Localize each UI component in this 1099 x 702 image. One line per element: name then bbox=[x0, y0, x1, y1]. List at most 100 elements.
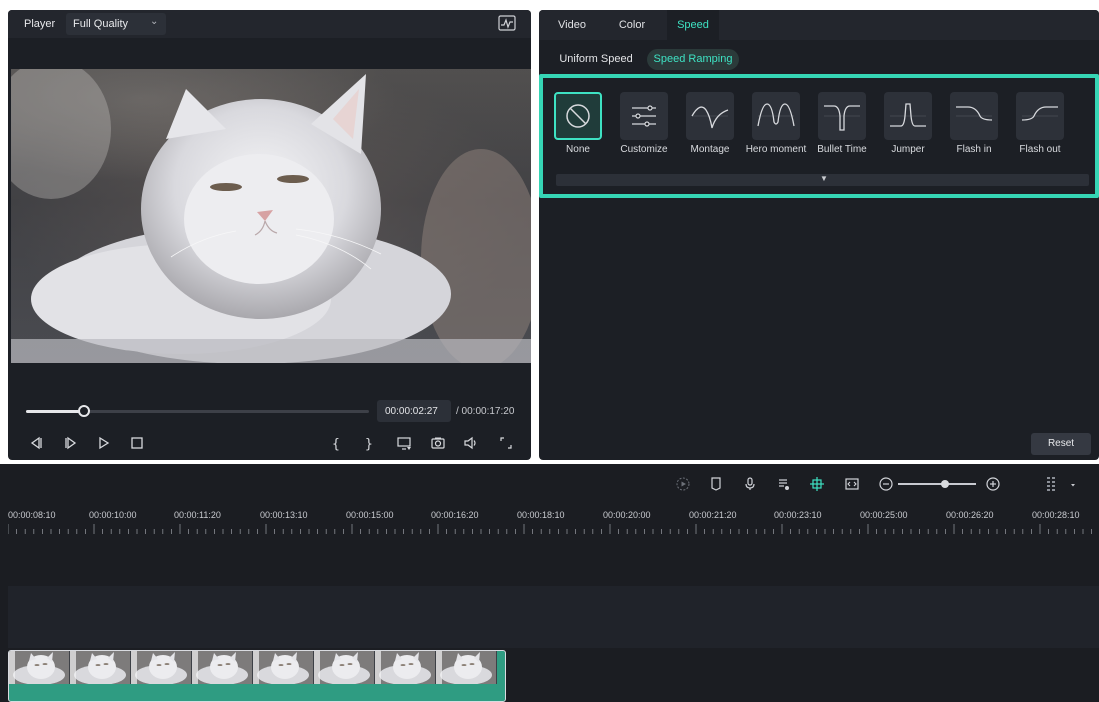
preset-label: Jumper bbox=[891, 144, 925, 155]
preset-bullet-time[interactable]: Bullet Time bbox=[813, 92, 871, 172]
zoom-out-button[interactable] bbox=[877, 475, 895, 493]
current-time: 00:00:02:27 bbox=[385, 406, 438, 417]
next-frame-icon bbox=[65, 436, 77, 450]
zoom-slider-knob[interactable] bbox=[940, 480, 949, 488]
play-button[interactable] bbox=[94, 434, 114, 452]
fit-width-icon bbox=[845, 478, 859, 490]
next-frame-button[interactable] bbox=[61, 434, 81, 452]
play-icon bbox=[99, 436, 110, 450]
preset-none-thumb bbox=[554, 92, 602, 140]
preset-jumper[interactable]: Jumper bbox=[879, 92, 937, 172]
preset-flash-in-thumb bbox=[950, 92, 998, 140]
playhead-knob[interactable] bbox=[78, 405, 91, 417]
previous-frame-button[interactable] bbox=[26, 434, 46, 452]
preset-customize-thumb bbox=[620, 92, 668, 140]
timeline-ruler[interactable]: 00:00:08:10 00:00:10:00 00:00:11:20 00:0… bbox=[0, 502, 1099, 542]
fit-timeline-button[interactable] bbox=[843, 475, 861, 493]
tab-color[interactable]: Color bbox=[607, 10, 657, 40]
property-panel: Video Color Speed Uniform Speed Speed Ra… bbox=[539, 10, 1099, 460]
none-icon bbox=[566, 104, 590, 128]
preset-label: Flash out bbox=[1019, 144, 1061, 155]
tab-video[interactable]: Video bbox=[547, 10, 597, 40]
volume-button[interactable] bbox=[461, 434, 481, 452]
mark-in-icon: { bbox=[332, 437, 340, 451]
flash-out-curve-icon bbox=[1021, 106, 1058, 121]
ruler-time-label: 00:00:15:00 bbox=[346, 510, 394, 520]
voiceover-button[interactable] bbox=[741, 475, 759, 493]
mark-in-button[interactable]: { bbox=[326, 434, 346, 452]
flash-in-curve-icon bbox=[956, 106, 993, 121]
clip-thumbnail bbox=[375, 651, 436, 684]
player-title: Player bbox=[24, 18, 56, 30]
display-settings-button[interactable] bbox=[394, 434, 414, 452]
jumper-curve-icon bbox=[890, 103, 926, 127]
video-preview[interactable] bbox=[11, 69, 531, 363]
monitor-icon bbox=[397, 437, 411, 450]
preset-jumper-thumb bbox=[884, 92, 932, 140]
timeline-track-empty[interactable] bbox=[8, 586, 1099, 648]
preset-flash-in[interactable]: Flash in bbox=[945, 92, 1003, 172]
track-layout-button[interactable] bbox=[1045, 475, 1077, 493]
ai-tool-button[interactable] bbox=[808, 475, 826, 493]
chevron-down-icon: ▼ bbox=[820, 174, 828, 183]
expand-arrows-icon bbox=[500, 437, 512, 449]
subtab-speed-ramping[interactable]: Speed Ramping bbox=[647, 49, 739, 70]
preset-none[interactable]: None bbox=[549, 92, 607, 172]
fullscreen-button[interactable] bbox=[496, 434, 516, 452]
mark-out-button[interactable]: } bbox=[359, 434, 379, 452]
expand-presets-button[interactable]: ▼ bbox=[556, 174, 1089, 186]
ruler-time-label: 00:00:08:10 bbox=[8, 510, 56, 520]
marker-icon bbox=[711, 477, 721, 491]
mark-out-icon: } bbox=[365, 437, 373, 451]
marker-button[interactable] bbox=[707, 475, 725, 493]
preset-label: None bbox=[566, 144, 590, 155]
zoom-slider[interactable] bbox=[898, 480, 976, 488]
preset-hero-moment-thumb bbox=[752, 92, 800, 140]
playback-progress-bar[interactable] bbox=[26, 405, 369, 417]
camera-icon bbox=[431, 437, 445, 449]
quality-dropdown[interactable]: Full Quality ⌄ bbox=[66, 13, 166, 35]
render-preview-button[interactable] bbox=[674, 475, 692, 493]
zoom-in-button[interactable] bbox=[984, 475, 1002, 493]
quality-label: Full Quality bbox=[73, 18, 129, 30]
ruler-time-label: 00:00:11:20 bbox=[174, 510, 221, 520]
timeline-track-empty[interactable] bbox=[8, 542, 1099, 584]
preset-label: Bullet Time bbox=[817, 144, 867, 155]
zoom-out-icon bbox=[879, 477, 893, 491]
ruler-ticks bbox=[8, 524, 1092, 534]
video-clip[interactable] bbox=[8, 650, 506, 702]
audio-settings-button[interactable] bbox=[775, 475, 793, 493]
stop-icon bbox=[131, 437, 143, 449]
preset-hero-moment[interactable]: Hero moment bbox=[746, 92, 806, 172]
speed-ramping-presets: None Customize Montage Hero moment Bulle… bbox=[539, 74, 1099, 198]
audio-waveform-icon[interactable] bbox=[498, 15, 516, 31]
grid-dots-icon bbox=[1047, 477, 1075, 491]
svg-text:{: { bbox=[332, 437, 340, 451]
ruler-time-label: 00:00:21:20 bbox=[689, 510, 737, 520]
snapshot-button[interactable] bbox=[428, 434, 448, 452]
current-time-field[interactable]: 00:00:02:27 bbox=[377, 400, 451, 422]
montage-curve-icon bbox=[691, 106, 729, 129]
clip-thumbnail bbox=[436, 651, 497, 684]
preset-montage[interactable]: Montage bbox=[681, 92, 739, 172]
chevron-down-icon: ⌄ bbox=[150, 16, 159, 27]
clip-thumbnail bbox=[131, 651, 192, 684]
subtab-uniform-speed[interactable]: Uniform Speed bbox=[553, 49, 639, 70]
microphone-icon bbox=[745, 477, 755, 490]
preset-label: Customize bbox=[620, 144, 668, 155]
preset-customize[interactable]: Customize bbox=[615, 92, 673, 172]
preset-label: Montage bbox=[690, 144, 730, 155]
ruler-time-label: 00:00:23:10 bbox=[774, 510, 822, 520]
stop-button[interactable] bbox=[127, 434, 147, 452]
speaker-icon bbox=[464, 436, 476, 450]
clip-thumbnail bbox=[253, 651, 314, 684]
ruler-time-label: 00:00:16:20 bbox=[431, 510, 479, 520]
previous-frame-icon bbox=[30, 436, 42, 450]
progress-fill bbox=[26, 410, 85, 413]
clip-thumbnail bbox=[9, 651, 70, 684]
bullet-time-curve-icon bbox=[824, 105, 860, 131]
reset-button[interactable]: Reset bbox=[1031, 433, 1091, 455]
tab-speed[interactable]: Speed bbox=[667, 10, 719, 40]
preset-flash-out[interactable]: Flash out bbox=[1011, 92, 1069, 172]
render-play-icon bbox=[676, 477, 690, 491]
